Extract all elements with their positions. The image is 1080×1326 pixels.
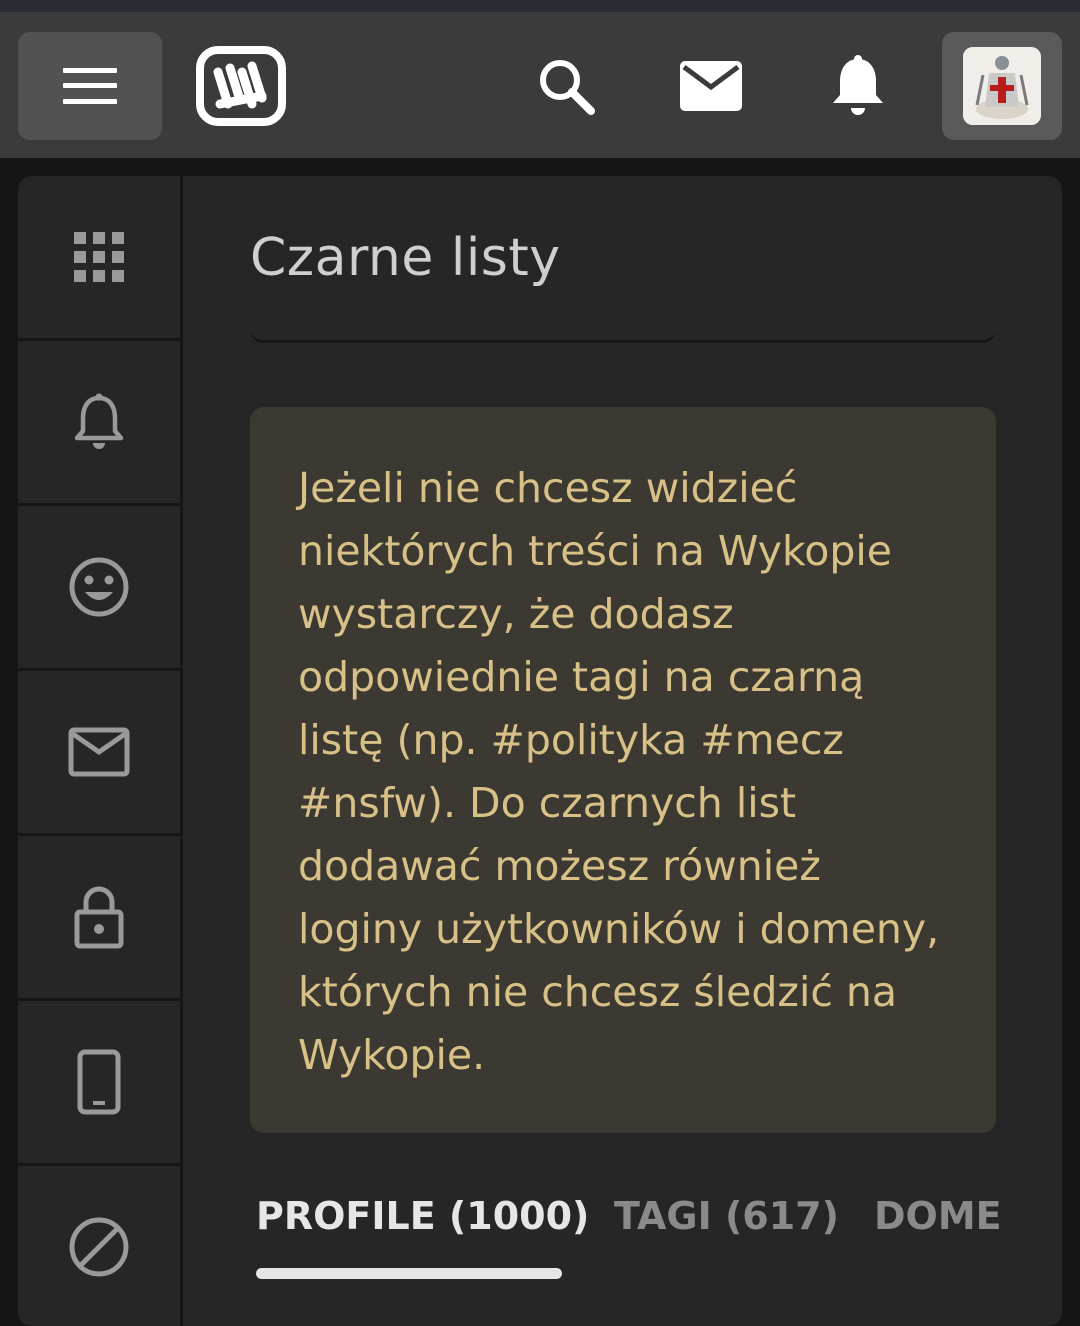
info-text: Jeżeli nie chcesz widzieć niektórych tre…: [298, 464, 940, 1079]
tab-domains[interactable]: DOME: [874, 1194, 1002, 1238]
tab-profiles[interactable]: PROFILE (1000): [256, 1194, 589, 1238]
sidebar-item-notifications[interactable]: [18, 341, 180, 506]
wykop-logo-icon[interactable]: [196, 46, 286, 126]
top-navigation-bar: [0, 12, 1080, 158]
info-box: Jeżeli nie chcesz widzieć niektórych tre…: [250, 407, 996, 1133]
settings-sidebar: [18, 176, 183, 1326]
mail-icon: [68, 727, 130, 777]
hamburger-icon: [63, 68, 117, 104]
sidebar-item-blacklists[interactable]: [18, 1166, 180, 1326]
settings-panel: Czarne listy Jeżeli nie chcesz widzieć n…: [18, 176, 1062, 1326]
sidebar-item-general[interactable]: [18, 176, 180, 341]
tab-tags[interactable]: TAGI (617): [614, 1194, 839, 1238]
sidebar-item-appearance[interactable]: [18, 506, 180, 671]
search-button[interactable]: [530, 50, 602, 122]
active-tab-indicator: [256, 1268, 562, 1279]
status-bar-strip: [0, 0, 1080, 12]
messages-button[interactable]: [675, 50, 747, 122]
blacklist-tabs: PROFILE (1000) TAGI (617) DOME: [250, 1186, 1002, 1286]
phone-icon: [77, 1049, 121, 1115]
user-avatar: [963, 47, 1041, 125]
mail-icon: [680, 61, 742, 111]
menu-button[interactable]: [18, 32, 162, 140]
sidebar-item-messages[interactable]: [18, 671, 180, 836]
profile-button[interactable]: [942, 32, 1062, 140]
search-icon: [540, 60, 595, 115]
bell-icon: [74, 393, 124, 449]
notifications-button[interactable]: [822, 50, 894, 122]
page-title: Czarne listy: [250, 228, 561, 288]
lock-icon: [74, 886, 124, 949]
title-divider: [250, 324, 996, 343]
smiley-icon: [69, 557, 129, 617]
sidebar-item-mobile[interactable]: [18, 1001, 180, 1166]
sidebar-item-security[interactable]: [18, 836, 180, 1001]
bell-icon: [833, 55, 883, 115]
blocked-icon: [69, 1217, 129, 1277]
grid-icon: [74, 232, 124, 282]
